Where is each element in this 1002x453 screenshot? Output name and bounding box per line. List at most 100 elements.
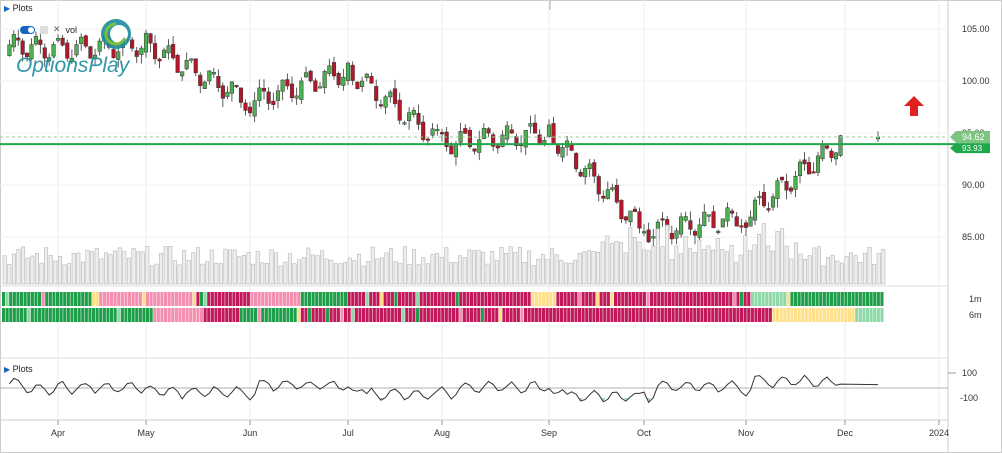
heatmap-cell (138, 308, 142, 322)
heatmap-cell (225, 308, 229, 322)
volume-bar (57, 256, 62, 285)
candle (472, 148, 477, 152)
heatmap-cell (405, 308, 409, 322)
heatmap-cell (185, 292, 189, 306)
heatmap-cell (23, 292, 27, 306)
heatmap-cell (506, 308, 510, 322)
heatmap-cell (488, 308, 492, 322)
heatmap-cell (603, 292, 607, 306)
heatmap-cell (743, 308, 747, 322)
heatmap-cell (556, 292, 560, 306)
heatmap-cell (38, 308, 42, 322)
volume-bar (421, 257, 426, 285)
heatmap-cell (210, 292, 214, 306)
volume-bar (568, 262, 573, 285)
candle (711, 211, 716, 229)
volume-bar (76, 252, 81, 285)
volume-bar (766, 245, 771, 285)
heatmap-cell (5, 308, 9, 322)
heatmap-cell (862, 292, 866, 306)
heatmap-cell (740, 308, 744, 322)
heatmap-cell (707, 308, 711, 322)
candle (157, 58, 162, 62)
heatmap-cell (624, 292, 628, 306)
heatmap-cell (171, 292, 175, 306)
heatmap-cell (344, 292, 348, 306)
heatmap-cell (200, 308, 204, 322)
heatmap-cell (531, 308, 535, 322)
heatmap-cell (286, 308, 290, 322)
volume-bar (531, 265, 536, 285)
candle (646, 229, 651, 243)
volume-bar (232, 249, 237, 285)
heatmap-cell (41, 308, 45, 322)
candle (486, 128, 491, 134)
heatmap-cell (783, 292, 787, 306)
heatmap-cell (20, 292, 24, 306)
candle (148, 33, 153, 44)
heatmap-cell (794, 292, 798, 306)
heatmap-cell (419, 308, 423, 322)
heatmap-cell (9, 308, 13, 322)
heatmap-cell (617, 292, 621, 306)
candle (341, 76, 346, 86)
volume-bar (223, 248, 228, 285)
candle (610, 187, 615, 190)
heatmap-cell (520, 292, 524, 306)
x-tick-label: Jul (342, 428, 354, 438)
candle (619, 199, 624, 220)
heatmap-cell (430, 292, 434, 306)
heatmap-cell (599, 308, 603, 322)
volume-bar (218, 263, 223, 285)
heatmap-cell (624, 308, 628, 322)
heatmap-cell (164, 292, 168, 306)
volume-bar (444, 247, 449, 285)
heatmap-cell (300, 292, 304, 306)
heatmap-cell (221, 292, 225, 306)
heatmap-cell (880, 292, 884, 306)
heatmap-cell (23, 308, 27, 322)
heatmap-cell (365, 292, 369, 306)
heatmap-cell (30, 292, 34, 306)
heatmap-cell (668, 292, 672, 306)
candle (509, 129, 514, 134)
candle (317, 86, 323, 89)
heatmap-cell (466, 292, 470, 306)
heatmap-cell (804, 292, 808, 306)
heatmap-cell (311, 292, 315, 306)
heatmap-cell (639, 292, 643, 306)
heatmap-cell (714, 292, 718, 306)
volume-bar (67, 263, 72, 285)
heatmap-cell (210, 308, 214, 322)
oscillator-plots-toggle[interactable]: ▶ Plots (4, 364, 33, 374)
heatmap-cell (452, 308, 456, 322)
heatmap-cell (567, 308, 571, 322)
heatmap-cell (545, 308, 549, 322)
heatmap-cell (2, 308, 6, 322)
heatmap-cell (250, 308, 254, 322)
heatmap-cell (498, 292, 502, 306)
volume-bar (780, 228, 785, 285)
heatmap-row-2 (2, 308, 884, 322)
heatmap-cell (660, 292, 664, 306)
heatmap-cell (178, 292, 182, 306)
heatmap-cell (434, 308, 438, 322)
candle (350, 64, 355, 81)
heatmap-cell (380, 292, 384, 306)
heatmap-cell (797, 292, 801, 306)
heatmap-cell (646, 308, 650, 322)
candle (327, 65, 332, 74)
volume-bar (154, 263, 159, 285)
heatmap-cell (682, 308, 686, 322)
candle (784, 181, 789, 191)
candle (583, 168, 588, 178)
volume-bar (637, 241, 642, 285)
heatmap-cell (534, 308, 538, 322)
heatmap-cell (153, 308, 157, 322)
x-tick-label: Sep (541, 428, 557, 438)
candle (289, 83, 295, 98)
heatmap-cell (671, 292, 675, 306)
heatmap-cell (858, 292, 862, 306)
volume-bar (214, 263, 219, 285)
heatmap-cell (761, 308, 765, 322)
